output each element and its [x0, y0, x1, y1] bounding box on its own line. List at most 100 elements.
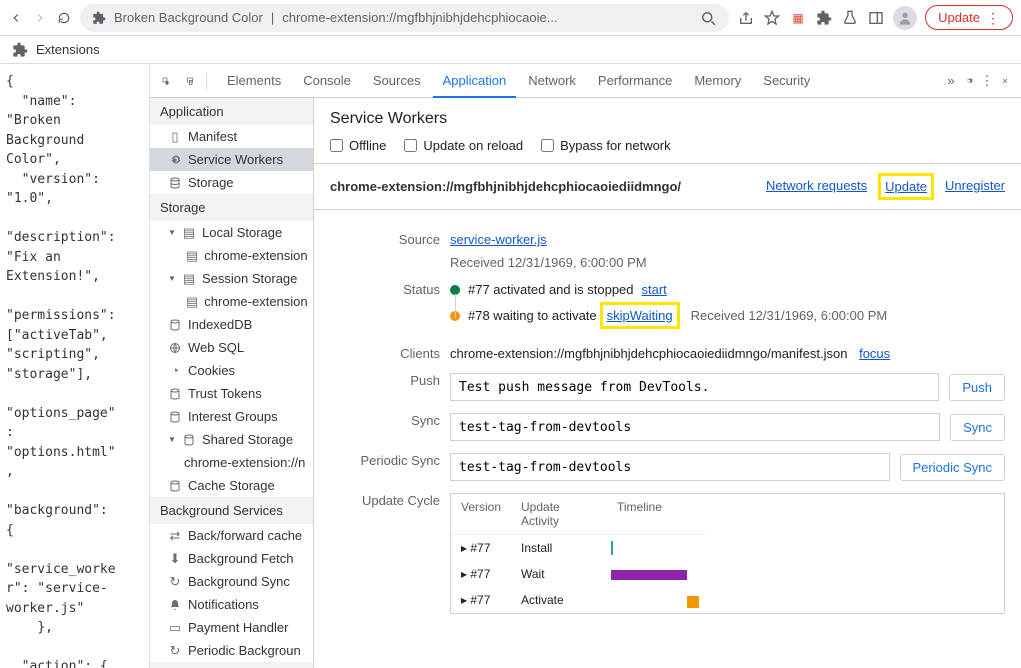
start-link[interactable]: start [642, 282, 667, 297]
push-label: Push [330, 373, 450, 388]
color-ext-icon[interactable]: ▦ [789, 9, 807, 27]
chevron-down-icon: ▼ [168, 274, 176, 283]
close-devtools-icon[interactable] [997, 73, 1013, 89]
chevron-down-icon: ▼ [168, 435, 176, 444]
sidebar-item-payment[interactable]: ▭ Payment Handler [150, 616, 313, 639]
uc-row[interactable]: ▸ #77 Activate [451, 587, 1004, 613]
settings-gear-icon[interactable] [961, 73, 977, 89]
uc-row[interactable]: ▸ #77 Install [451, 535, 1004, 561]
extensions-puzzle-icon[interactable] [815, 9, 833, 27]
profile-avatar[interactable] [893, 6, 917, 30]
sync-button[interactable]: Sync [950, 414, 1005, 441]
back-button[interactable] [8, 10, 24, 26]
device-toggle-icon[interactable] [182, 73, 198, 89]
timeline-bar-activate [687, 596, 699, 608]
update-link[interactable]: Update [883, 178, 929, 195]
unregister-link[interactable]: Unregister [945, 178, 1005, 195]
omnibox[interactable]: Broken Background Color | chrome-extensi… [80, 4, 729, 32]
sidebar-item-shared-storage[interactable]: ▼ Shared Storage [150, 428, 313, 451]
forward-button[interactable] [32, 10, 48, 26]
tab-console[interactable]: Console [293, 65, 361, 96]
table-icon: ▤ [186, 249, 198, 263]
reload-button[interactable] [56, 10, 72, 26]
update-cycle-table: Version Update Activity Timeline ▸ #77 I… [450, 493, 1005, 614]
sync-icon: ↻ [168, 575, 182, 589]
source-file-link[interactable]: service-worker.js [450, 232, 547, 247]
omnibox-title-left: Broken Background Color [114, 10, 263, 25]
card-icon: ▭ [168, 621, 182, 635]
status-label: Status [330, 282, 450, 297]
update-on-reload-checkbox[interactable]: Update on reload [404, 138, 523, 153]
tab-network[interactable]: Network [518, 65, 586, 96]
search-icon[interactable] [699, 9, 717, 27]
uc-header-timeline: Timeline [607, 494, 707, 535]
sidebar-item-bgsync[interactable]: ↻ Background Sync [150, 570, 313, 593]
share-icon[interactable] [737, 9, 755, 27]
tab-security[interactable]: Security [753, 65, 820, 96]
push-button[interactable]: Push [949, 374, 1005, 401]
sidebar-item-bfcache[interactable]: ⇄ Back/forward cache [150, 524, 313, 547]
chrome-update-button[interactable]: Update ⋮ [925, 5, 1013, 30]
panel-heading: Service Workers [330, 110, 1005, 128]
application-sidebar: Application ▯ Manifest Service Workers [150, 98, 314, 668]
more-tabs-icon[interactable]: » [943, 73, 959, 89]
gear-icon [168, 153, 182, 167]
tab-memory[interactable]: Memory [684, 65, 751, 96]
sidebar-item-bgfetch[interactable]: ⬇ Background Fetch [150, 547, 313, 570]
sync-input[interactable] [450, 413, 940, 441]
sidebar-item-service-workers[interactable]: Service Workers [150, 148, 313, 171]
kebab-icon[interactable]: ⋮ [979, 73, 995, 89]
push-input[interactable] [450, 373, 939, 401]
table-icon: ▤ [182, 272, 196, 286]
service-workers-panel: Service Workers Offline Update on reload… [314, 98, 1021, 668]
bookmark-star-icon[interactable] [763, 9, 781, 27]
labs-flask-icon[interactable] [841, 9, 859, 27]
chevron-down-icon: ▼ [168, 228, 176, 237]
uc-row[interactable]: ▸ #77 Wait [451, 561, 1004, 587]
side-panel-icon[interactable] [867, 9, 885, 27]
omnibox-title-right: chrome-extension://mgfbhjnibhjdehcphioca… [282, 10, 691, 25]
status-77-text: #77 activated and is stopped [468, 282, 634, 297]
sidebar-item-session-storage[interactable]: ▼ ▤ Session Storage [150, 267, 313, 290]
sidebar-item-websql[interactable]: Web SQL [150, 336, 313, 359]
sync-label: Sync [330, 413, 450, 428]
offline-checkbox[interactable]: Offline [330, 138, 386, 153]
sidebar-section-application: Application [150, 98, 313, 125]
extensions-icon [12, 42, 28, 58]
sidebar-item-local-storage[interactable]: ▼ ▤ Local Storage [150, 221, 313, 244]
database-icon [182, 433, 196, 447]
sidebar-item-cache-storage[interactable]: Cache Storage [150, 474, 313, 497]
download-icon: ⬇ [168, 552, 182, 566]
sidebar-item-shared-storage-child[interactable]: chrome-extension://n [150, 451, 313, 474]
globe-icon [168, 341, 182, 355]
periodic-sync-button[interactable]: Periodic Sync [900, 454, 1005, 481]
sidebar-item-storage[interactable]: Storage [150, 171, 313, 194]
registration-url: chrome-extension://mgfbhjnibhjdehcphioca… [330, 179, 681, 194]
network-requests-link[interactable]: Network requests [766, 178, 867, 195]
tab-application[interactable]: Application [433, 65, 517, 98]
tab-sources[interactable]: Sources [363, 65, 431, 96]
sidebar-item-manifest[interactable]: ▯ Manifest [150, 125, 313, 148]
inspect-icon[interactable] [158, 73, 174, 89]
database-icon [168, 410, 182, 424]
sidebar-item-interest-groups[interactable]: Interest Groups [150, 405, 313, 428]
sidebar-item-indexeddb[interactable]: IndexedDB [150, 313, 313, 336]
status-78-received: Received 12/31/1969, 6:00:00 PM [691, 308, 888, 323]
clients-path: chrome-extension://mgfbhjnibhjdehcphioca… [450, 346, 847, 361]
sidebar-item-cookies[interactable]: ◔ Cookies [150, 359, 313, 382]
skip-waiting-link[interactable]: skipWaiting [605, 307, 675, 324]
uc-header-activity: Update Activity [511, 494, 607, 535]
tab-elements[interactable]: Elements [217, 65, 291, 96]
focus-link[interactable]: focus [859, 346, 890, 361]
sidebar-item-local-storage-child[interactable]: ▤ chrome-extension [150, 244, 313, 267]
sidebar-item-session-storage-child[interactable]: ▤ chrome-extension [150, 290, 313, 313]
sidebar-item-trust-tokens[interactable]: Trust Tokens [150, 382, 313, 405]
periodic-sync-input[interactable] [450, 453, 890, 481]
bypass-network-checkbox[interactable]: Bypass for network [541, 138, 671, 153]
update-label: Update [938, 10, 980, 25]
sidebar-item-notifications[interactable]: Notifications [150, 593, 313, 616]
tab-performance[interactable]: Performance [588, 65, 682, 96]
table-icon: ▤ [182, 226, 196, 240]
sidebar-item-periodic-bg[interactable]: ↻ Periodic Backgroun [150, 639, 313, 662]
extensions-label: Extensions [36, 42, 100, 57]
